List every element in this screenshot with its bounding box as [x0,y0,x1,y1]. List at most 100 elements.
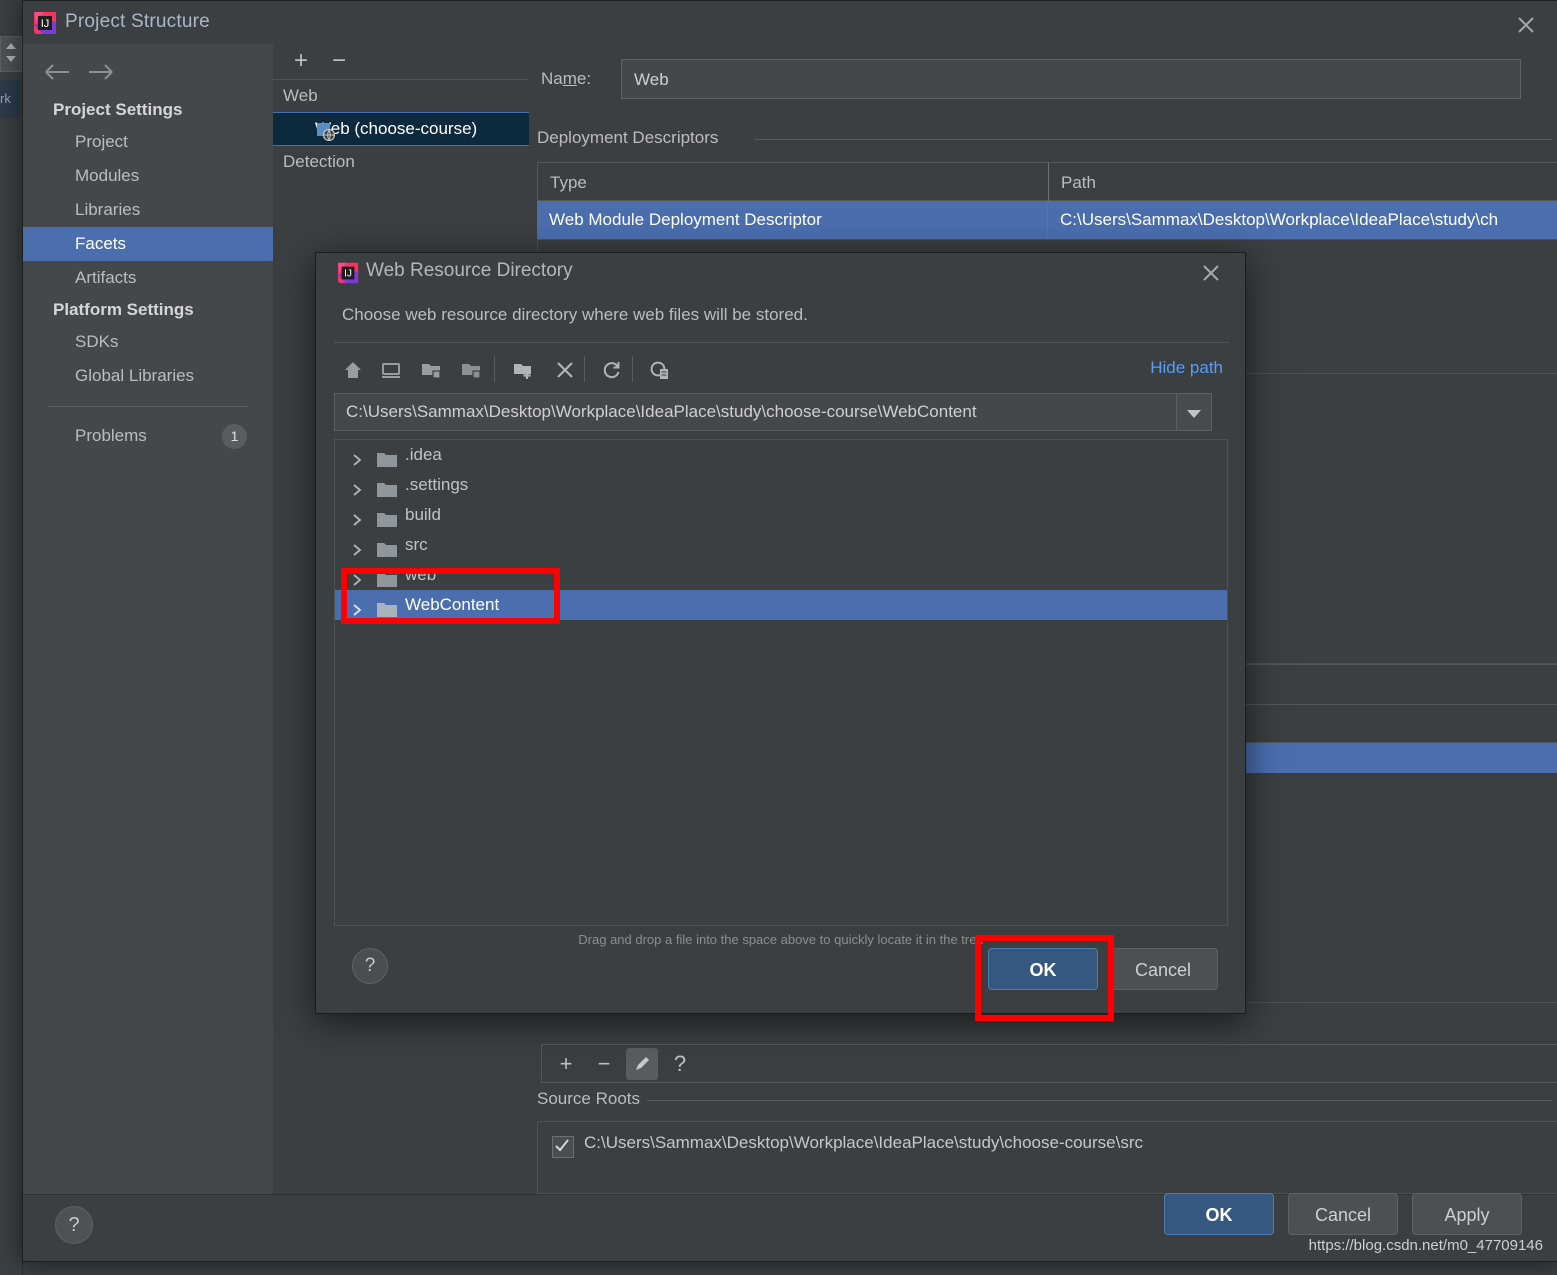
chevron-right-icon[interactable] [350,508,364,522]
tree-item-label: WebContent [405,590,499,620]
ide-scroll-spinner[interactable] [0,36,22,72]
source-root-checkbox[interactable] [552,1136,574,1158]
chevron-right-icon[interactable] [350,448,364,462]
cell-descriptor-type: Web Module Deployment Descriptor [537,201,1047,239]
list-item[interactable]: .settings [335,470,1227,500]
name-label: Name: [541,69,591,89]
project-structure-titlebar: IJ Project Structure [23,1,1557,44]
list-item[interactable]: build [335,500,1227,530]
cancel-button[interactable]: Cancel [1108,948,1218,990]
sidebar-item-modules[interactable]: Modules [23,159,273,193]
list-item[interactable]: WebContent [335,590,1227,620]
list-item[interactable]: web [335,560,1227,590]
dialog-subtitle: Choose web resource directory where web … [342,305,808,325]
intellij-idea-icon: IJ [33,11,57,35]
expand-folder-icon[interactable] [412,351,450,389]
apply-button[interactable]: Apply [1412,1193,1522,1235]
sidebar-item-problems[interactable]: Problems 1 [23,419,273,453]
sidebar-item-sdks[interactable]: SDKs [23,325,273,359]
source-root-path: C:\Users\Sammax\Desktop\Workplace\IdeaPl… [584,1133,1143,1153]
folder-icon [377,568,397,583]
sidebar-item-facets[interactable]: Facets [23,227,273,261]
cancel-button[interactable]: Cancel [1288,1193,1398,1235]
sidebar-item-project[interactable]: Project [23,125,273,159]
folder-icon [377,448,397,463]
source-roots-list: C:\Users\Sammax\Desktop\Workplace\IdeaPl… [537,1121,1557,1194]
name-input[interactable]: Web [621,59,1521,99]
chevron-right-icon[interactable] [350,478,364,492]
watermark: https://blog.csdn.net/m0_47709146 [1309,1237,1543,1254]
minus-icon[interactable]: − [325,49,353,75]
facet-group-detection[interactable]: Detection [273,146,529,178]
pencil-icon[interactable] [626,1048,658,1080]
sidebar-group-label: Platform Settings [23,295,273,325]
ide-left-tool-tab[interactable]: rk [0,80,20,118]
dialog-title: Web Resource Directory [366,260,573,282]
sidebar-group-platform-settings: Platform Settings SDKs Global Libraries [23,295,273,393]
show-hidden-files-icon[interactable] [641,351,679,389]
close-icon[interactable] [1195,258,1227,286]
web-resource-directory-dialog: IJ Web Resource Directory Choose web res… [315,252,1246,1014]
svg-text:IJ: IJ [344,269,352,280]
help-button[interactable]: ? [55,1206,93,1244]
chevron-right-icon[interactable] [350,568,364,582]
sidebar-group-label: Project Settings [23,95,273,125]
facet-item-web-choose-course[interactable]: Web (choose-course) [273,112,529,146]
list-item[interactable]: C:\Users\Sammax\Desktop\Workplace\IdeaPl… [538,1122,1557,1170]
sidebar-item-global-libraries[interactable]: Global Libraries [23,359,273,393]
arrow-left-icon[interactable] [41,57,77,87]
chevron-right-icon[interactable] [350,598,364,612]
minus-icon[interactable]: − [588,1048,620,1080]
delete-icon[interactable] [546,351,584,389]
plus-icon[interactable]: + [550,1048,582,1080]
ok-button[interactable]: OK [988,948,1098,990]
deployment-descriptors-table-header: Type Path [537,162,1557,201]
sidebar-divider [23,406,273,407]
path-value: C:\Users\Sammax\Desktop\Workplace\IdeaPl… [346,394,977,430]
deployment-root-toolbar: + − ? [541,1044,1557,1083]
hide-path-link[interactable]: Hide path [1150,358,1223,378]
facet-item-label: Web (choose-course) [315,119,477,138]
desktop-icon[interactable] [372,351,410,389]
new-folder-icon[interactable] [504,351,542,389]
dialog-separator [334,342,1229,343]
list-item[interactable]: src [335,530,1227,560]
deployment-descriptors-section-header: Deployment Descriptors [537,128,1552,150]
ide-left-toolwindow-strip [0,0,23,1275]
home-icon[interactable] [334,351,372,389]
plus-icon[interactable]: + [287,49,315,75]
arrow-right-icon[interactable] [81,57,117,87]
collapse-folder-icon[interactable] [452,351,490,389]
settings-sidebar: Project Settings Project Modules Librari… [23,44,274,1194]
help-button[interactable]: ? [352,948,388,984]
section-label: Deployment Descriptors [537,128,718,148]
tree-item-label: .idea [405,440,442,470]
ok-button[interactable]: OK [1164,1193,1274,1235]
directory-tree[interactable]: .idea .settings build src web WebContent [334,439,1228,926]
problems-count-badge: 1 [222,424,247,449]
svg-text:IJ: IJ [41,18,50,30]
chevron-right-icon[interactable] [350,538,364,552]
sidebar-group-project-settings: Project Settings Project Modules Librari… [23,95,273,295]
folder-icon [377,598,397,613]
source-roots-section-header: Source Roots [537,1089,1552,1111]
close-icon[interactable] [1508,9,1544,39]
tree-item-label: .settings [405,470,468,500]
sidebar-item-libraries[interactable]: Libraries [23,193,273,227]
chevron-down-icon[interactable] [1176,393,1212,431]
sidebar-item-artifacts[interactable]: Artifacts [23,261,273,295]
list-item[interactable]: .idea [335,440,1227,470]
column-header-type: Type [538,163,1048,202]
cell-descriptor-path: C:\Users\Sammax\Desktop\Workplace\IdeaPl… [1047,201,1556,239]
refresh-icon[interactable] [593,351,631,389]
facet-group-web[interactable]: Web [273,80,529,112]
web-facet-icon [317,120,335,138]
question-mark-icon[interactable]: ? [664,1048,696,1080]
intellij-idea-icon: IJ [337,262,359,284]
page-title: Project Structure [65,11,210,33]
tree-item-label: build [405,500,441,530]
column-header-path: Path [1048,163,1557,202]
table-row[interactable]: Web Module Deployment Descriptor C:\User… [537,201,1557,239]
path-combobox[interactable]: C:\Users\Sammax\Desktop\Workplace\IdeaPl… [334,393,1212,431]
folder-icon [377,478,397,493]
